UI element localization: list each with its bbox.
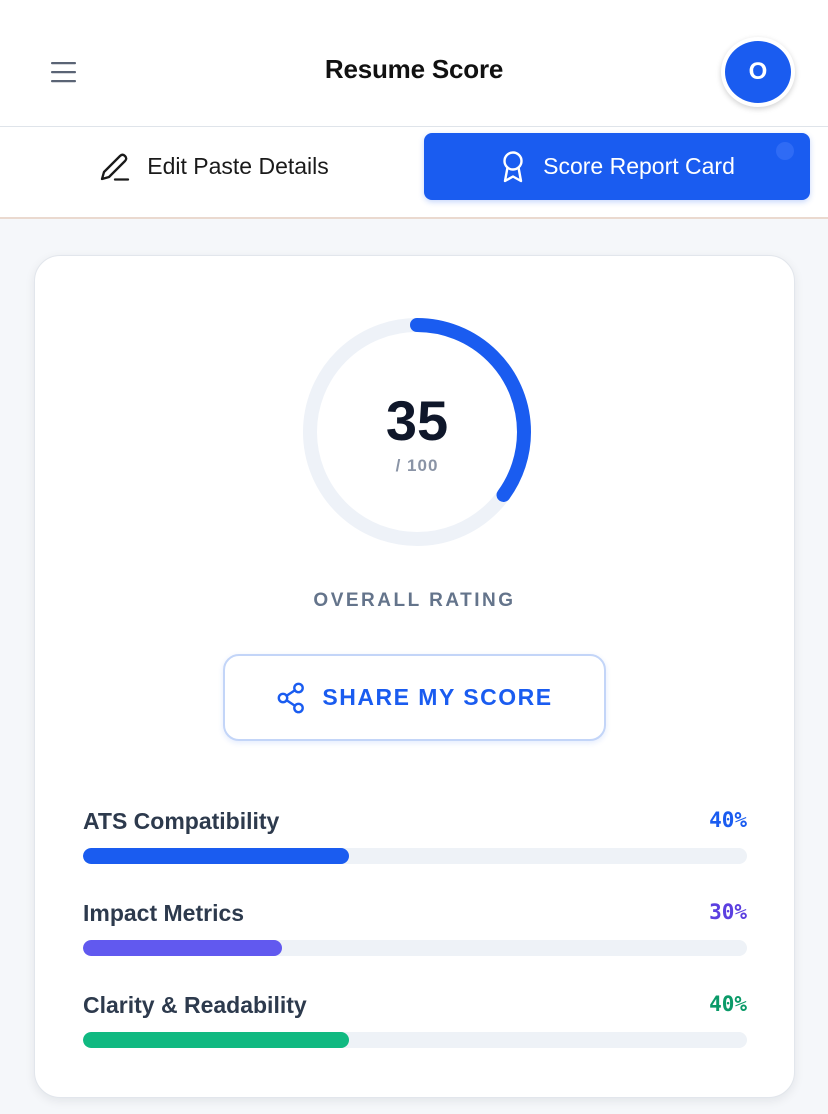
metric-percent: 30%	[709, 900, 747, 924]
tab-score-report-card[interactable]: Score Report Card	[424, 133, 810, 200]
metric-ats-compatibility: ATS Compatibility 40%	[83, 808, 747, 868]
metric-name: ATS Compatibility	[83, 808, 280, 834]
progress-fill	[83, 1032, 349, 1048]
share-score-button[interactable]: SHARE MY SCORE	[223, 654, 606, 741]
score-max: / 100	[395, 456, 439, 475]
tab-report-label: Score Report Card	[543, 153, 735, 179]
progress-fill	[83, 848, 349, 864]
app-header: Resume Score O	[0, 0, 828, 127]
score-value: 35	[385, 389, 449, 452]
view-tabs: Edit Paste Details Score Report Card	[0, 127, 828, 219]
award-icon	[503, 150, 523, 182]
metric-name: Clarity & Readability	[83, 992, 307, 1018]
progress-track	[83, 848, 747, 864]
progress-fill	[83, 940, 283, 956]
metric-impact-metrics: Impact Metrics 30%	[83, 900, 747, 960]
pencil-icon	[101, 153, 130, 181]
metric-name: Impact Metrics	[83, 900, 245, 926]
share-icon	[278, 682, 305, 713]
notification-dot	[776, 142, 794, 160]
progress-track	[83, 1032, 747, 1048]
metric-percent: 40%	[709, 808, 747, 832]
metric-percent: 40%	[709, 992, 747, 1016]
score-card: 35 / 100 OVERALL RATING SHARE MY SCORE A…	[34, 255, 795, 1098]
user-avatar[interactable]: O	[721, 37, 795, 107]
metric-clarity-readability: Clarity & Readability 40%	[83, 992, 747, 1052]
overall-rating-label: OVERALL RATING	[313, 590, 516, 611]
progress-track	[83, 940, 747, 956]
page-title: Resume Score	[324, 54, 504, 84]
tab-edit-paste-details[interactable]: Edit Paste Details	[18, 133, 408, 200]
share-button-label: SHARE MY SCORE	[322, 684, 553, 710]
tab-edit-label: Edit Paste Details	[147, 153, 329, 179]
